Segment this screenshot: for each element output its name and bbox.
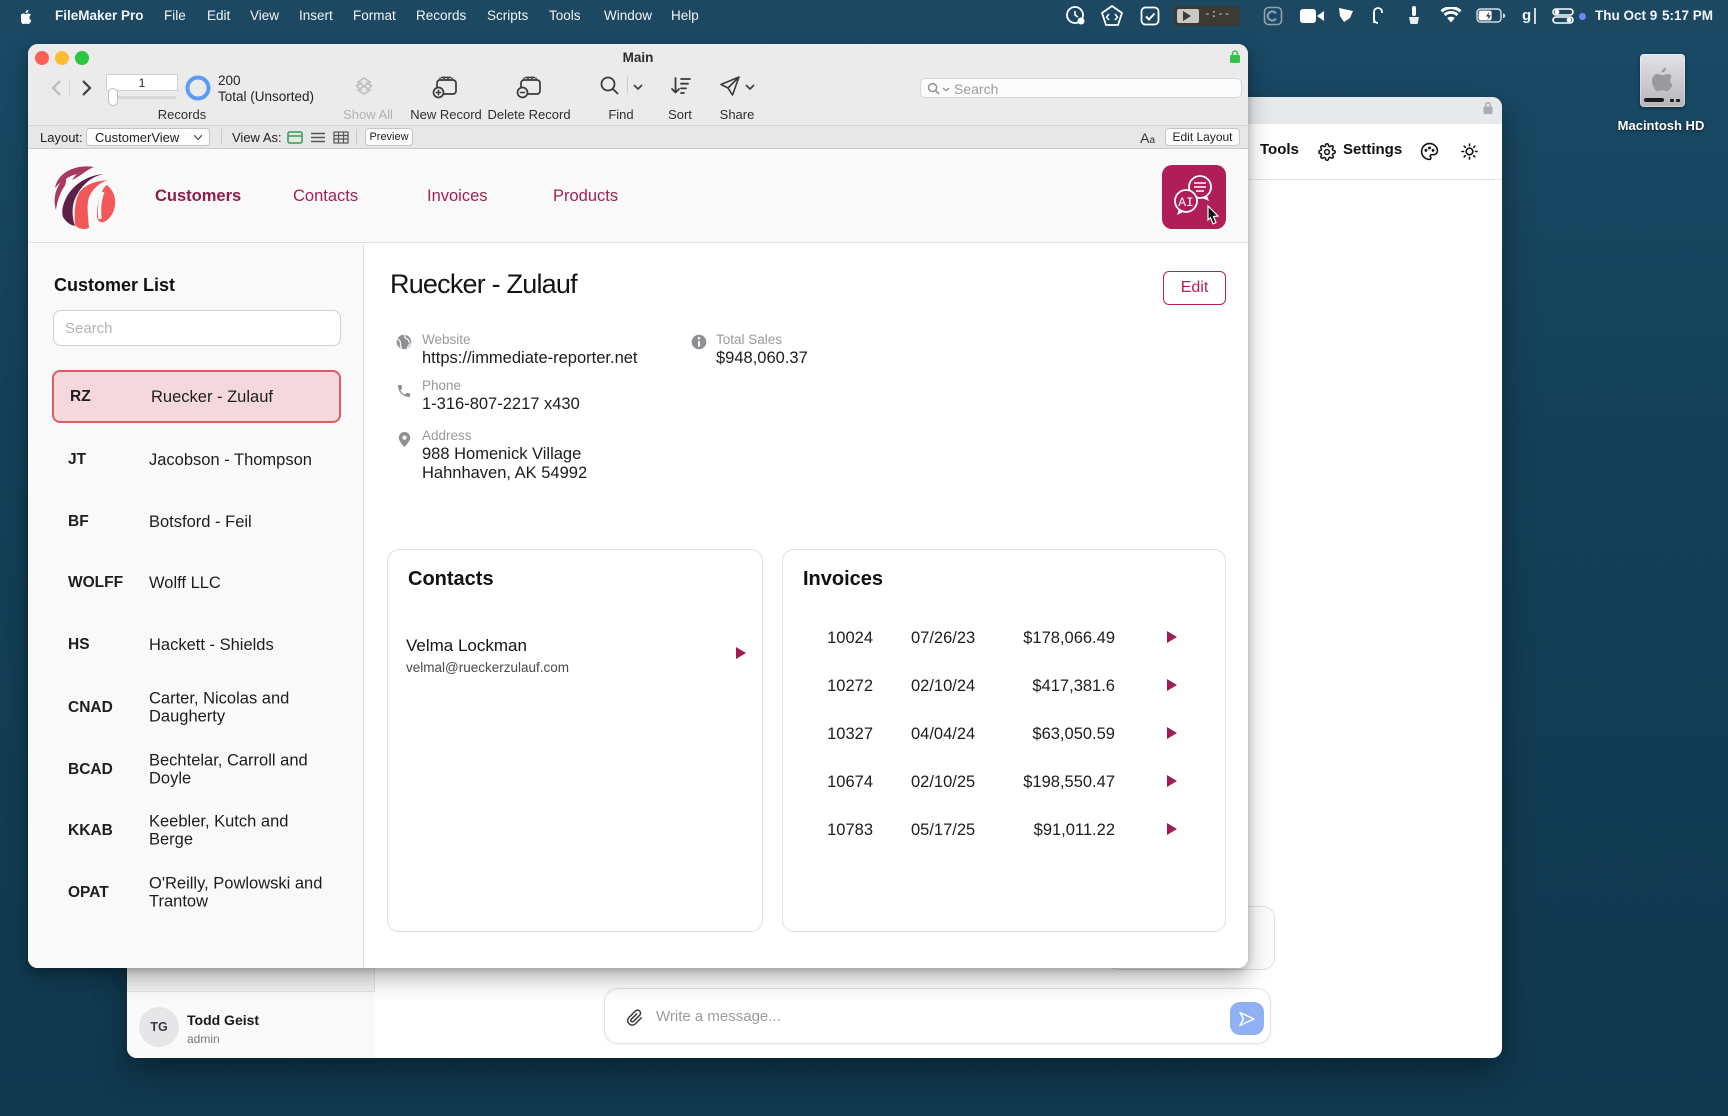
svg-text:AI: AI	[1178, 195, 1194, 210]
